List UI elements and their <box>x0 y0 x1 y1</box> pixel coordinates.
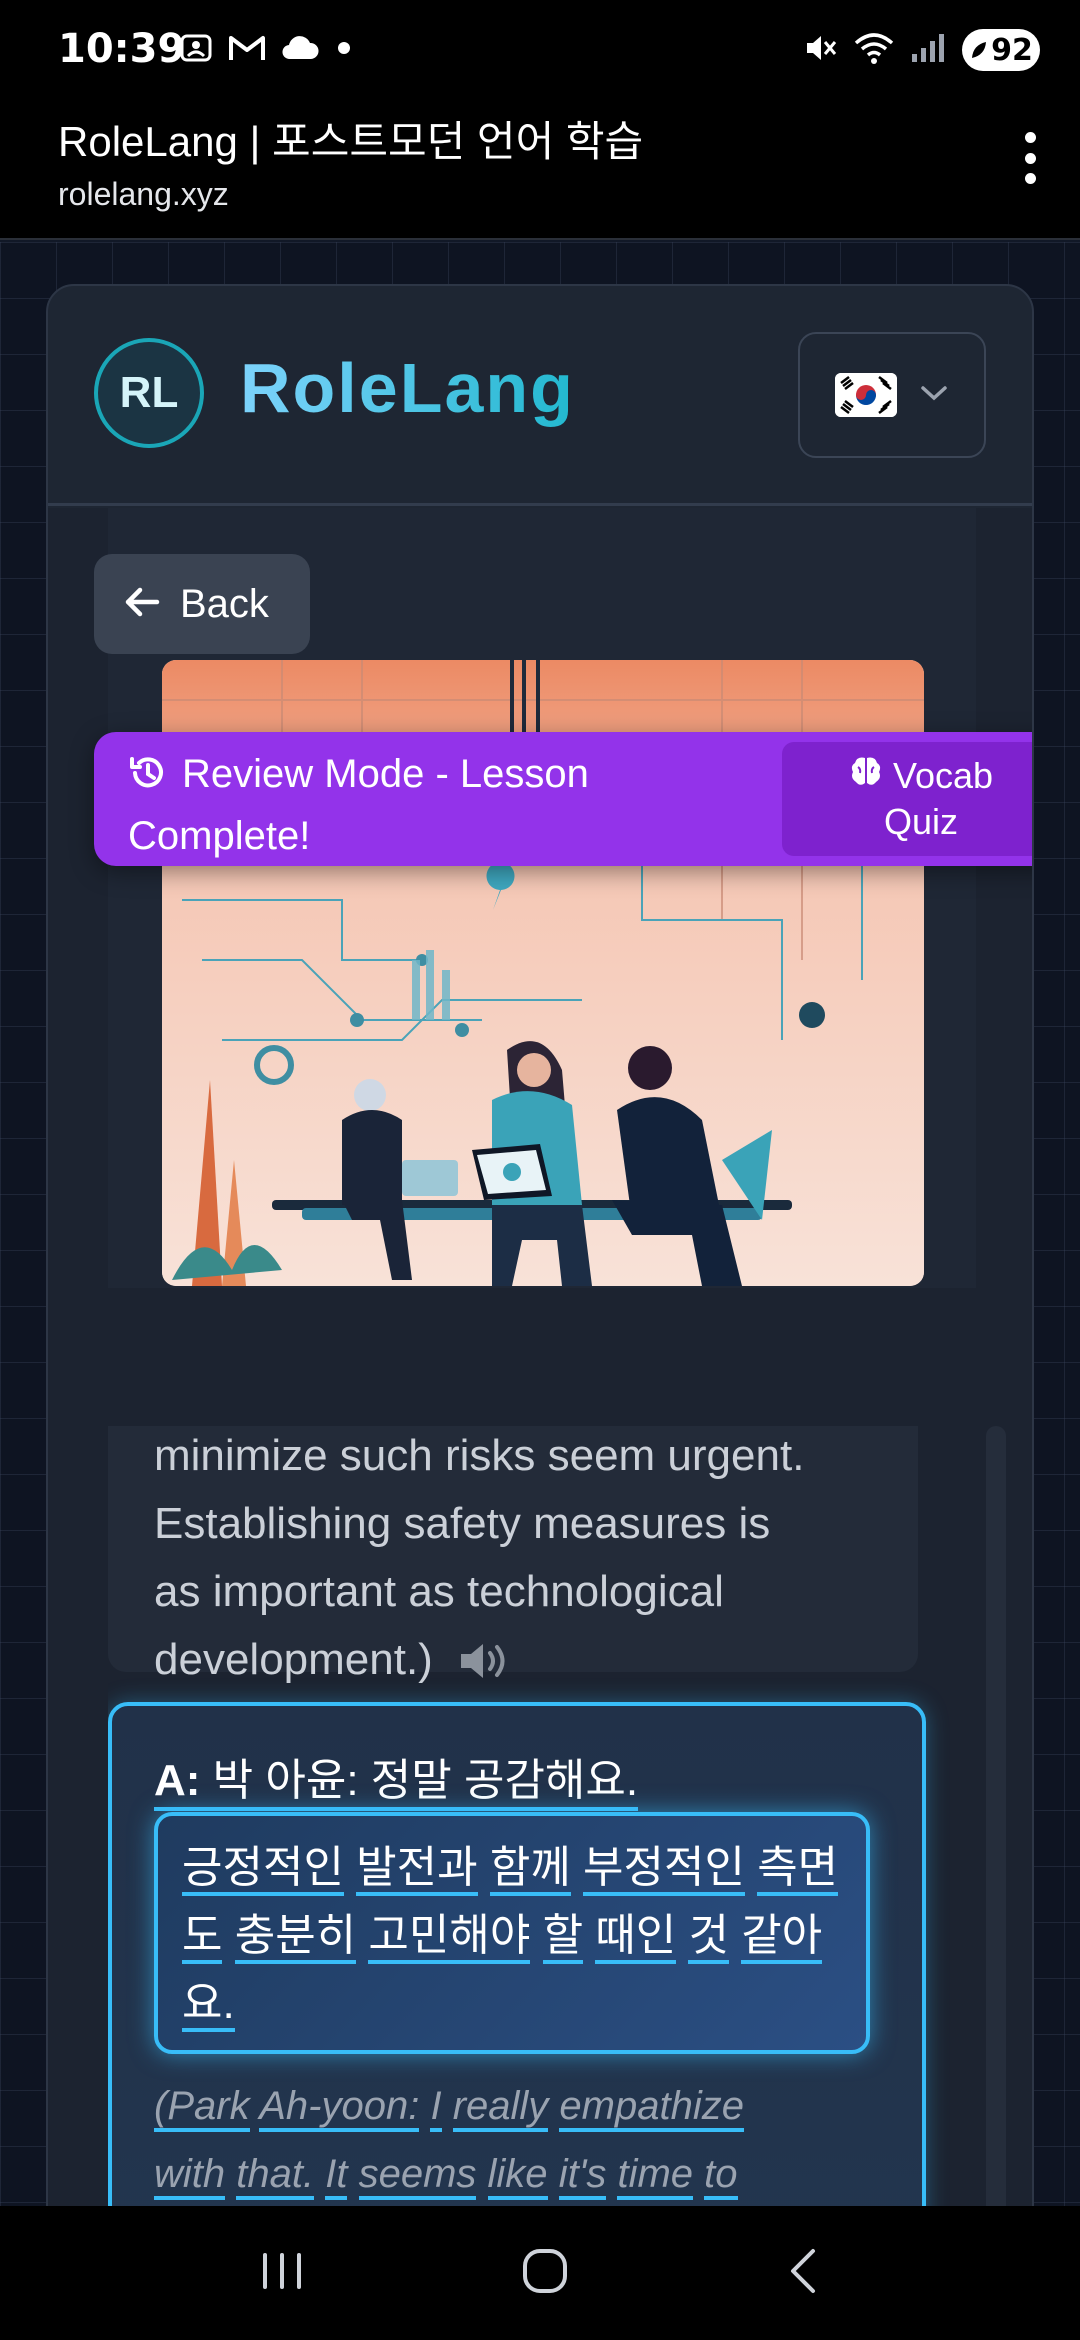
system-nav-bar <box>0 2206 1080 2340</box>
review-banner-text: Review Mode - Lesson Complete! <box>128 746 688 864</box>
recent-apps-icon[interactable] <box>257 2249 307 2298</box>
logo-name[interactable]: RoleLang <box>240 348 575 428</box>
back-label: Back <box>180 581 269 626</box>
vocab-word[interactable]: 측면 <box>757 1843 839 1896</box>
previous-message: minimize such risks seem urgent. Establi… <box>108 1426 918 1684</box>
translation-word: time <box>617 2152 694 2200</box>
app-header: RL RoleLang <box>48 286 1032 506</box>
translation-word: I <box>430 2084 442 2132</box>
more-options-icon[interactable] <box>1020 132 1040 184</box>
notification-icons <box>178 30 354 70</box>
translation-word: It <box>325 2152 348 2200</box>
quiz-label-line2: Quiz <box>883 801 959 842</box>
dialogue-list[interactable]: minimize such risks seem urgent. Establi… <box>108 1426 1006 2206</box>
previous-line-1: minimize such risks seem urgent. <box>154 1431 805 1480</box>
battery-indicator: 92 <box>962 29 1040 71</box>
vocab-quiz-button[interactable]: Vocab Quiz <box>782 742 1032 856</box>
vocab-word[interactable]: 고민해야 <box>368 1911 531 1964</box>
gmail-icon <box>228 32 266 69</box>
signal-icon <box>910 32 946 69</box>
speaker-line: A: 박 아윤: 정말 공감해요. <box>154 1744 639 1811</box>
translation-word: Ah-yoon: <box>259 2084 420 2132</box>
translation-word: empathize <box>559 2084 744 2132</box>
back-button[interactable]: Back <box>94 554 310 654</box>
page-title[interactable]: RoleLang | 포스트모던 언어 학습 <box>58 108 643 169</box>
south-korea-flag-icon <box>835 373 897 417</box>
previous-line-2: Establishing safety measures is <box>154 1499 771 1548</box>
status-bar: 10:39 92 <box>0 0 1080 100</box>
vocab-word[interactable]: 도 <box>182 1911 223 1964</box>
dialogue-message-active[interactable]: A: 박 아윤: 정말 공감해요. 긍정적인 발전과 함께 부정적인 측면 도 … <box>108 1702 926 2206</box>
translation-word: like <box>487 2152 548 2200</box>
app-card: RL RoleLang Back Review Mode - Lesson Co… <box>46 284 1034 2206</box>
vocab-word[interactable]: 긍정적인 <box>182 1843 344 1896</box>
screenshot-icon <box>178 30 214 71</box>
scrollbar-track[interactable] <box>986 1426 1006 2206</box>
previous-line-4-text: development.) <box>154 1635 433 1684</box>
review-banner-label: Review Mode - Lesson Complete! <box>128 752 589 858</box>
mute-icon <box>802 30 838 71</box>
review-mode-banner: Review Mode - Lesson Complete! Vocab Qui… <box>94 732 1032 866</box>
speaker-tag: A: <box>154 1756 201 1805</box>
wifi-icon <box>854 31 894 70</box>
translation-word: it's <box>558 2152 607 2200</box>
quiz-label-line1: Vocab <box>892 755 994 796</box>
vocab-word[interactable]: 함께 <box>489 1843 571 1896</box>
vocab-word[interactable]: 요. <box>182 1979 235 2032</box>
speaker-line-underline: A: 박 아윤: 정말 공감해요. <box>154 1756 639 1811</box>
home-icon[interactable] <box>520 2246 570 2301</box>
translation-word: to <box>704 2152 738 2200</box>
history-icon <box>128 752 168 808</box>
vocab-word[interactable]: 때인 <box>595 1911 677 1964</box>
chevron-down-icon <box>919 383 949 408</box>
vocab-word[interactable]: 발전과 <box>356 1843 478 1896</box>
system-icons: 92 <box>802 28 1040 72</box>
translation-word: seems <box>358 2152 477 2200</box>
translation-word: (Park <box>154 2084 250 2132</box>
logo-badge[interactable]: RL <box>94 338 204 448</box>
cloud-icon <box>280 33 320 68</box>
status-time: 10:39 <box>58 26 186 72</box>
previous-translation: minimize such risks seem urgent. Establi… <box>154 1426 894 1702</box>
language-selector[interactable] <box>798 332 986 458</box>
translation-word: that. <box>236 2152 315 2200</box>
vocab-word[interactable]: 할 <box>542 1911 584 1964</box>
arrow-left-icon <box>124 582 160 627</box>
page-url[interactable]: rolelang.xyz <box>58 176 229 213</box>
previous-line-4: development.) <box>154 1626 894 1702</box>
browser-toolbar: RoleLang | 포스트모던 언어 학습 rolelang.xyz <box>0 100 1080 240</box>
vocab-word[interactable]: 같아 <box>741 1911 823 1964</box>
vocab-word[interactable]: 충분히 <box>234 1911 357 1964</box>
speaker-name-line[interactable]: 박 아윤: 정말 공감해요. <box>213 1756 638 1805</box>
brain-icon <box>849 753 883 799</box>
battery-level: 92 <box>991 32 1033 68</box>
back-nav-icon[interactable] <box>783 2246 823 2301</box>
vocab-word[interactable]: 부정적인 <box>583 1843 745 1896</box>
korean-sentence-box[interactable]: 긍정적인 발전과 함께 부정적인 측면 도 충분히 고민해야 할 때인 것 같아… <box>154 1812 870 2054</box>
speaker-icon[interactable] <box>457 1634 517 1702</box>
dot-icon <box>334 38 354 63</box>
translation-word: really <box>452 2084 549 2132</box>
previous-line-3: as important as technological <box>154 1567 724 1616</box>
vocab-word[interactable]: 것 <box>688 1911 729 1964</box>
english-translation: (Park Ah-yoon: I really empathize with t… <box>154 2072 894 2206</box>
web-viewport: RL RoleLang Back Review Mode - Lesson Co… <box>0 242 1080 2206</box>
translation-word: with <box>154 2152 226 2200</box>
